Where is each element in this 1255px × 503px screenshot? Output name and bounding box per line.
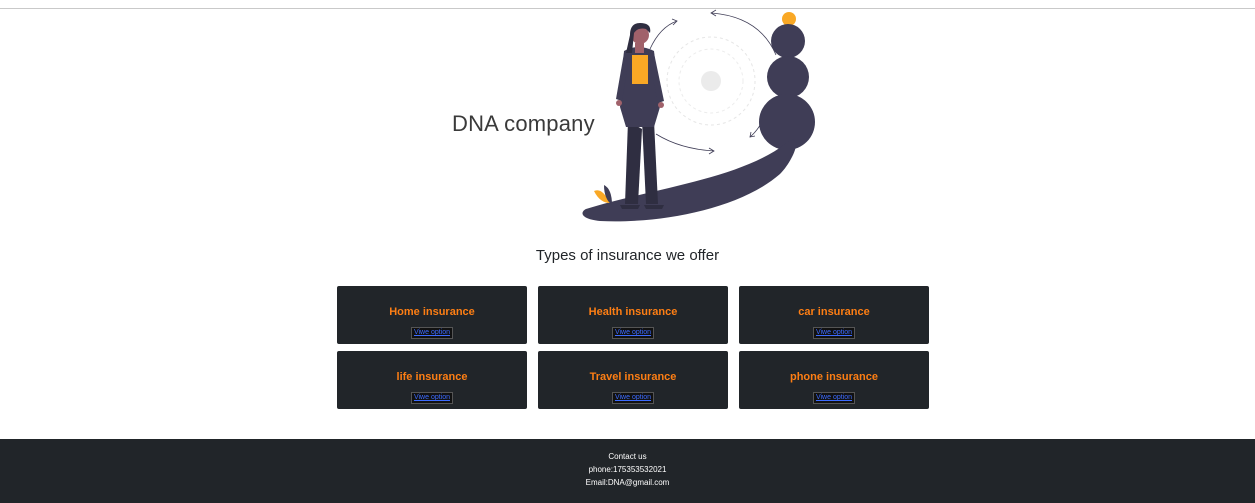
card-title: life insurance — [396, 371, 468, 383]
view-option-link[interactable]: Viwe option — [812, 327, 856, 339]
view-option-link[interactable]: Viwe option — [611, 392, 655, 404]
insurance-card-home: Home insurance Viwe option — [337, 286, 527, 344]
view-option-link[interactable]: Viwe option — [410, 392, 454, 404]
footer-phone: phone:175353532021 — [588, 465, 667, 474]
brand-title: DNA company — [452, 111, 595, 136]
insurance-card-travel: Travel insurance Viwe option — [538, 351, 728, 409]
card-title: Health insurance — [588, 306, 678, 318]
insurance-card-phone: phone insurance Viwe option — [739, 351, 929, 409]
footer: Contact us phone:175353532021 Email:DNA@… — [0, 439, 1255, 503]
card-title: car insurance — [798, 306, 870, 318]
woman-stacking-stones-illustration — [582, 9, 815, 222]
hero-section: DNA company — [0, 9, 1255, 229]
card-title: phone insurance — [789, 371, 879, 383]
view-option-link[interactable]: Viwe option — [812, 392, 856, 404]
insurance-card-car: car insurance Viwe option — [739, 286, 929, 344]
card-title: Travel insurance — [589, 371, 677, 383]
card-title: Home insurance — [389, 306, 475, 318]
section-title: Types of insurance we offer — [535, 247, 720, 264]
footer-heading: Contact us — [608, 452, 647, 461]
insurance-card-health: Health insurance Viwe option — [538, 286, 728, 344]
insurance-card-life: life insurance Viwe option — [337, 351, 527, 409]
view-option-link[interactable]: Viwe option — [611, 327, 655, 339]
footer-email[interactable]: Email:DNA@gmail.com — [0, 476, 1255, 489]
view-option-link[interactable]: Viwe option — [410, 327, 454, 339]
